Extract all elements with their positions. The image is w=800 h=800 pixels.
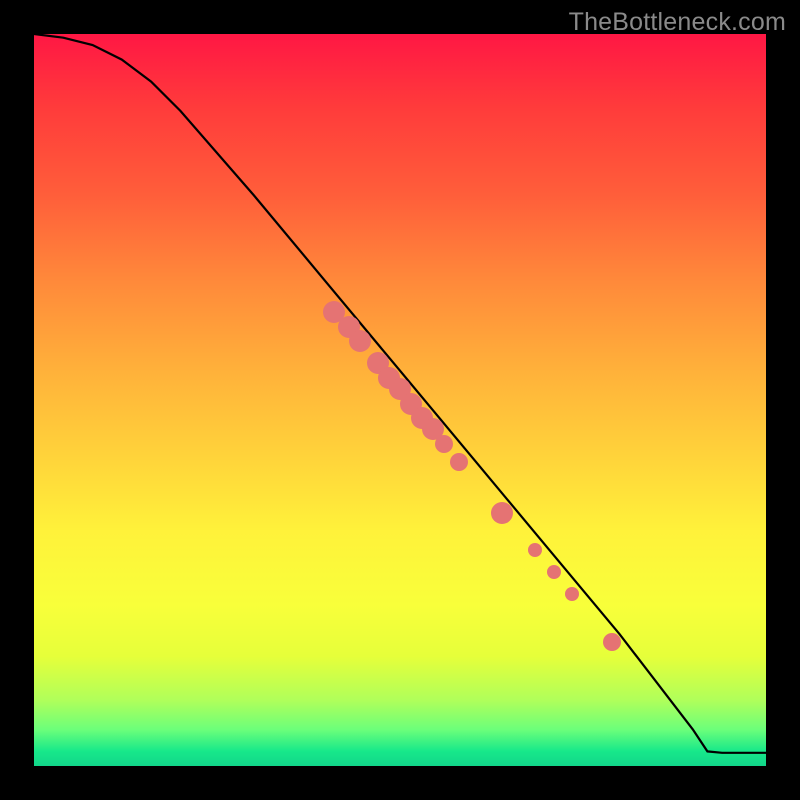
data-point bbox=[528, 543, 542, 557]
data-point bbox=[565, 587, 579, 601]
data-point bbox=[435, 435, 453, 453]
data-point bbox=[450, 453, 468, 471]
data-point bbox=[547, 565, 561, 579]
data-point bbox=[491, 502, 513, 524]
watermark-text: TheBottleneck.com bbox=[569, 8, 786, 37]
plot-area bbox=[34, 34, 766, 766]
chart-root: TheBottleneck.com bbox=[0, 0, 800, 800]
data-point bbox=[349, 330, 371, 352]
data-point bbox=[603, 633, 621, 651]
